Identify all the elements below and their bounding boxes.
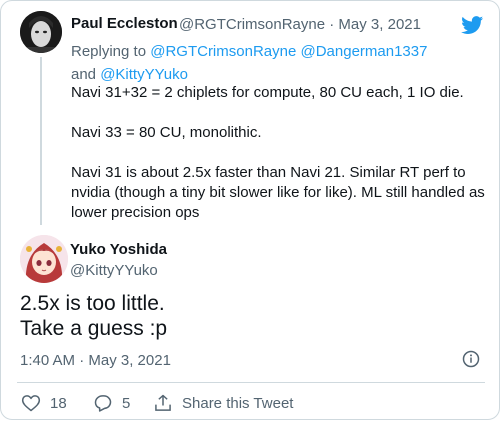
replying-to-line: Replying to @RGTCrimsonRayne @Dangerman1… [71, 40, 451, 86]
avatar[interactable] [20, 235, 68, 283]
parent-handle-date[interactable]: @RGTCrimsonRayne · May 3, 2021 [179, 16, 421, 33]
twitter-bird-icon[interactable] [460, 14, 485, 36]
avatar-anime-icon [20, 235, 68, 283]
thread-connector-line [40, 57, 42, 225]
parent-author-name[interactable]: Paul Eccleston [71, 15, 178, 32]
embedded-tweet-card: Paul Eccleston @RGTCrimsonRayne · May 3,… [0, 0, 500, 420]
parent-text-paragraph: Navi 31 is about 2.5x faster than Navi 2… [71, 164, 485, 221]
reply-count: 5 [122, 394, 131, 412]
tweet-text: 2.5x is too little. Take a guess :p [20, 291, 167, 341]
info-icon[interactable] [462, 350, 480, 368]
avatar-portrait-icon [20, 11, 62, 53]
parent-tweet-text: Navi 31+32 = 2 chiplets for compute, 80 … [71, 83, 491, 243]
author-handle[interactable]: @KittyYYuko [70, 262, 158, 279]
tweet-timestamp[interactable]: 1:40 AM · May 3, 2021 [20, 352, 171, 369]
parent-text-paragraph: Navi 33 = 80 CU, monolithic. [71, 124, 262, 141]
author-name[interactable]: Yuko Yoshida [70, 241, 167, 258]
reply-button[interactable]: 5 [93, 392, 130, 414]
share-label: Share this Tweet [182, 394, 294, 412]
like-count: 18 [50, 394, 67, 412]
divider [17, 382, 485, 383]
tweet-text-line: 2.5x is too little. [20, 292, 165, 315]
share-button[interactable]: Share this Tweet [153, 392, 293, 414]
mention-link[interactable]: @KittyYYuko [100, 66, 188, 83]
parent-text-paragraph: Navi 31+32 = 2 chiplets for compute, 80 … [71, 84, 464, 101]
share-icon [155, 394, 171, 411]
like-button[interactable]: 18 [21, 392, 67, 414]
mention-link[interactable]: @Dangerman1337 [300, 43, 427, 60]
avatar[interactable] [20, 11, 62, 53]
replying-to-label: Replying to [71, 43, 147, 60]
mention-link[interactable]: @RGTCrimsonRayne [150, 43, 296, 60]
replying-to-and: and [71, 66, 97, 83]
reply-icon [94, 395, 112, 412]
tweet-text-line: Take a guess :p [20, 317, 168, 340]
heart-icon [21, 395, 41, 412]
